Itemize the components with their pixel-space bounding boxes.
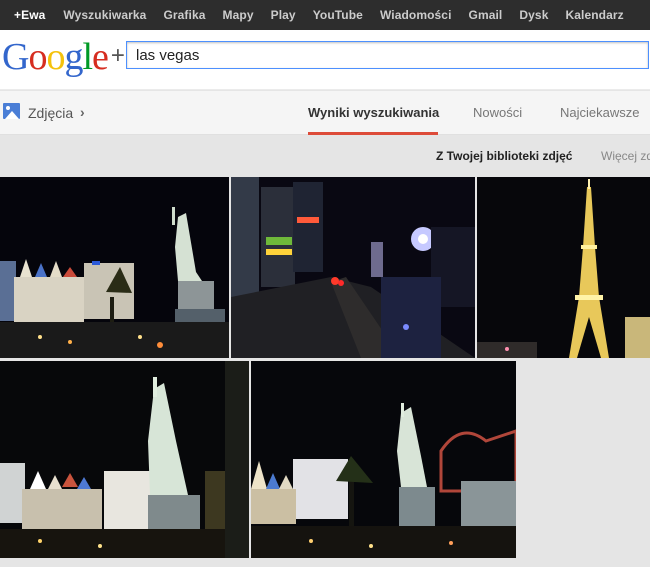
top-bar-maps[interactable]: Mapy (223, 8, 254, 22)
strip-street-night-photo (231, 177, 475, 358)
photo-tile-1[interactable] (0, 177, 229, 358)
active-tab-indicator (308, 132, 438, 135)
statue-of-liberty-casino-photo (0, 177, 229, 358)
chevron-right-icon[interactable]: › (80, 104, 85, 120)
logo-letter: o (46, 36, 65, 78)
statue-of-liberty-skyline-photo (251, 361, 516, 558)
tab-search-results[interactable]: Wyniki wyszukiwania (308, 105, 439, 120)
filter-your-library[interactable]: Z Twojej biblioteki zdjęć (436, 149, 572, 163)
photo-tile-3[interactable] (477, 177, 650, 358)
photos-subnav: Zdjęcia › Wyniki wyszukiwania Nowości Na… (0, 91, 650, 135)
top-bar-news[interactable]: Wiadomości (380, 8, 452, 22)
tab-whats-new[interactable]: Nowości (473, 105, 522, 120)
logo-letter: e (92, 36, 109, 78)
top-bar-profile[interactable]: +Ewa (14, 8, 45, 22)
google-plus-logo[interactable]: Google + (2, 37, 125, 77)
top-bar-play[interactable]: Play (271, 8, 296, 22)
filter-more[interactable]: Więcej zd (601, 149, 650, 163)
logo-letter: o (28, 36, 47, 78)
top-bar-calendar[interactable]: Kalendarz (565, 8, 623, 22)
google-top-bar: +Ewa Wyszukiwarka Grafika Mapy Play YouT… (0, 0, 650, 30)
photo-tile-2[interactable] (231, 177, 475, 358)
photos-icon (3, 103, 20, 119)
photos-section-link[interactable]: Zdjęcia (28, 105, 73, 121)
logo-letter: g (64, 36, 83, 78)
top-bar-gmail[interactable]: Gmail (469, 8, 503, 22)
logo-letter: G (2, 36, 29, 78)
photo-tile-4[interactable] (0, 361, 249, 558)
library-filters: Z Twojej biblioteki zdjęć Więcej zd (0, 136, 650, 176)
top-bar-images[interactable]: Grafika (163, 8, 205, 22)
photo-tile-5[interactable] (251, 361, 516, 558)
top-bar-youtube[interactable]: YouTube (313, 8, 363, 22)
top-bar-search[interactable]: Wyszukiwarka (63, 8, 146, 22)
tab-highlights[interactable]: Najciekawsze (560, 105, 639, 120)
statue-of-liberty-closeup-photo (0, 361, 249, 558)
page-header: Google + (0, 30, 650, 90)
top-bar-drive[interactable]: Dysk (519, 8, 548, 22)
eiffel-tower-replica-photo (477, 177, 650, 358)
logo-plus: + (110, 42, 125, 69)
search-input[interactable] (126, 41, 649, 69)
logo-letter: l (82, 36, 93, 78)
